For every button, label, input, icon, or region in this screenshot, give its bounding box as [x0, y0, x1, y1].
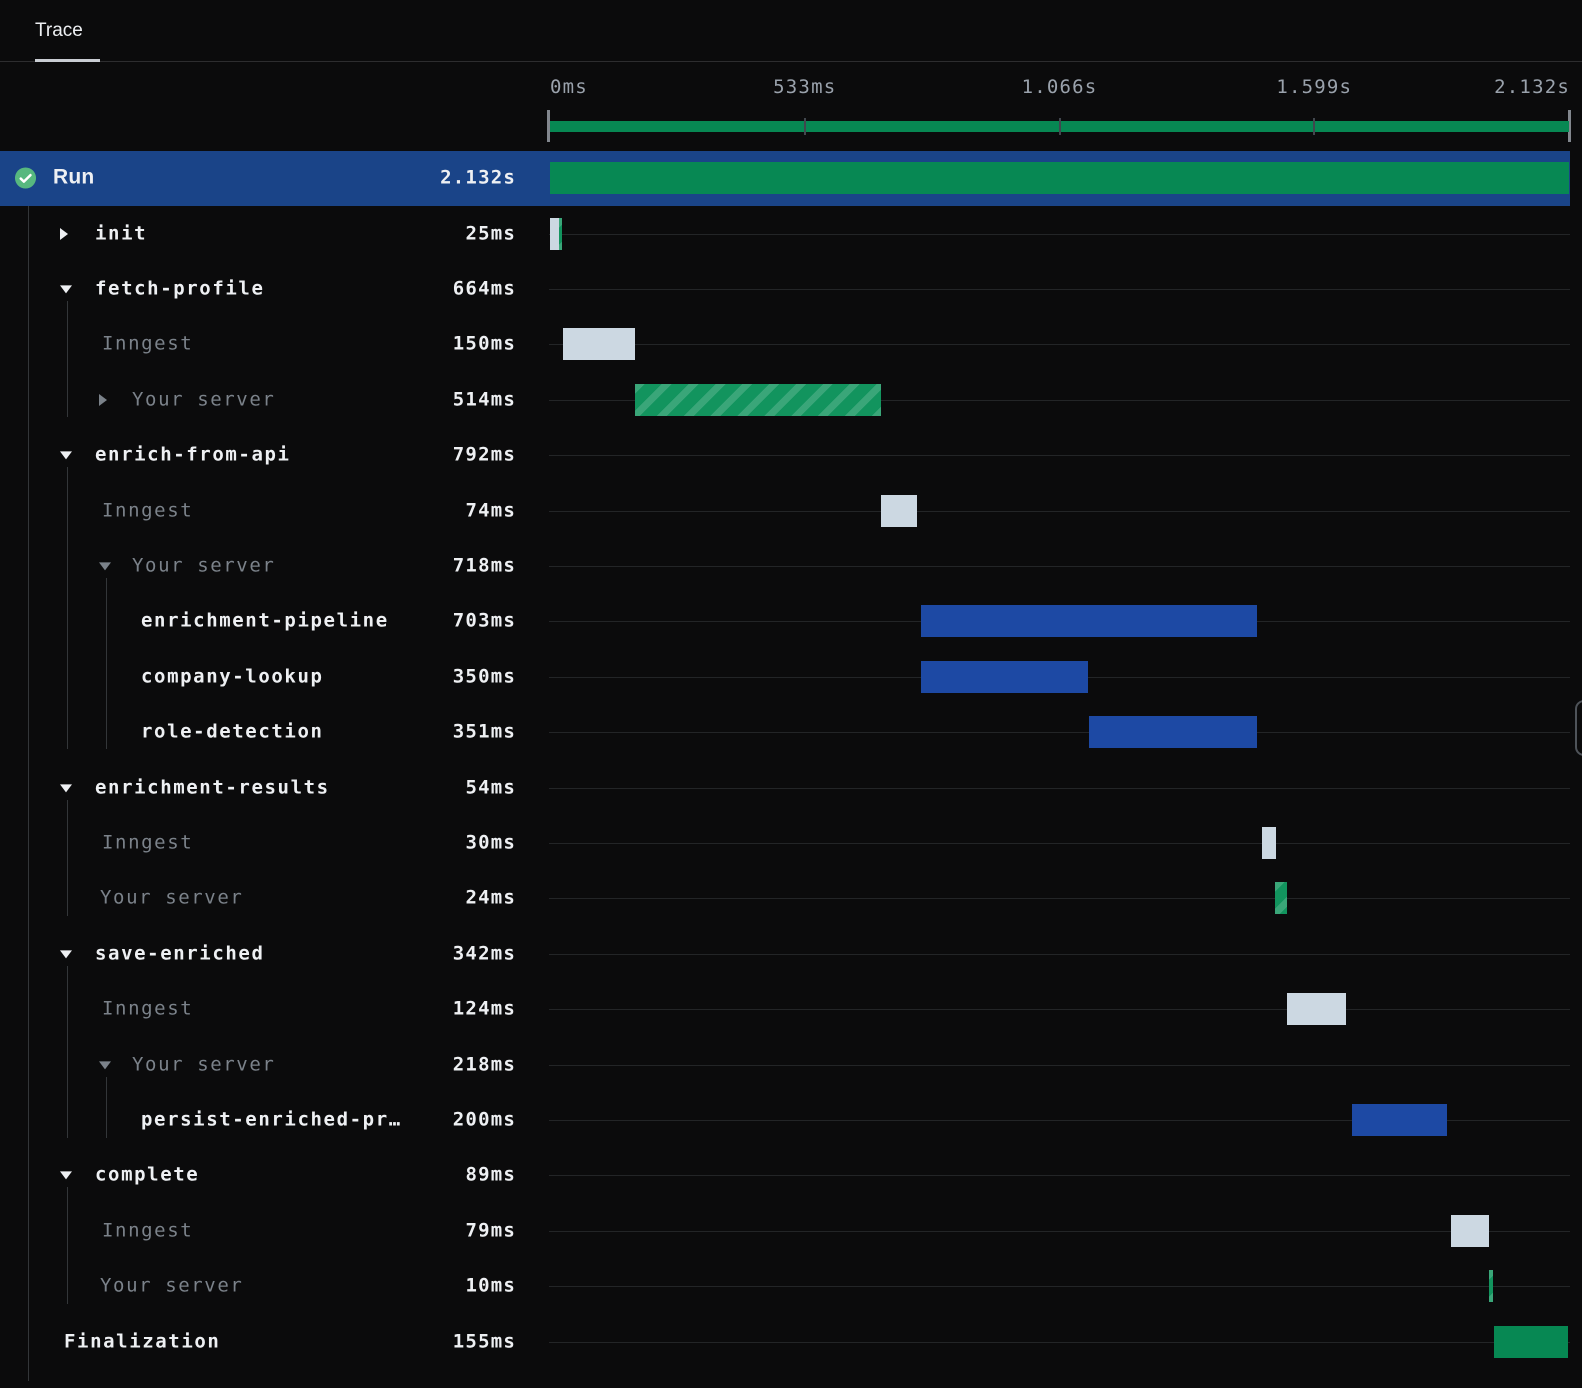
span-bar-blue[interactable] — [920, 605, 1257, 638]
trace-row-role-detection[interactable]: role-detection 351ms — [0, 705, 1582, 760]
trace-row-your-server[interactable]: Your server 718ms — [0, 538, 1582, 593]
span-bar-light[interactable] — [881, 494, 917, 527]
tree-indent-guide — [106, 1077, 107, 1138]
trace-panel: Trace 0ms 533ms 1.066s 1.599s 2.132s Run 2.13… — [0, 0, 1582, 1388]
tree-indent-guide — [67, 467, 68, 749]
row-track-line — [549, 1009, 1570, 1011]
row-track-line — [549, 1230, 1570, 1232]
tree-indent-guide — [28, 206, 29, 1381]
span-duration: 664ms — [452, 277, 516, 300]
span-duration: 703ms — [452, 609, 516, 632]
trace-row-init[interactable]: init 25ms — [0, 206, 1582, 261]
trace-row-inngest[interactable]: Inngest 30ms — [0, 815, 1582, 870]
span-duration: 155ms — [452, 1330, 516, 1353]
span-duration: 2.132s — [440, 166, 516, 189]
tree-indent-guide — [67, 966, 68, 1138]
row-track-line — [549, 455, 1570, 457]
span-duration: 124ms — [452, 997, 516, 1020]
span-bar-green[interactable] — [550, 162, 1569, 195]
span-bar-green-hatched[interactable] — [1488, 1270, 1494, 1303]
row-track-line — [549, 787, 1570, 789]
span-duration: 79ms — [465, 1219, 516, 1242]
trace-rows: Run 2.132s init 25ms fetch-profile 664ms Innge… — [0, 0, 1582, 1388]
span-duration: 718ms — [452, 554, 516, 577]
trace-row-inngest[interactable]: Inngest 79ms — [0, 1203, 1582, 1258]
span-duration: 200ms — [452, 1108, 516, 1131]
trace-row-your-server[interactable]: Your server 10ms — [0, 1259, 1582, 1314]
span-duration: 89ms — [465, 1163, 516, 1186]
span-duration: 342ms — [452, 942, 516, 965]
tree-indent-guide — [67, 800, 68, 916]
span-bar-blue[interactable] — [1351, 1103, 1448, 1136]
row-track-line — [549, 732, 1570, 734]
trace-row-your-server[interactable]: Your server 24ms — [0, 871, 1582, 926]
span-duration: 24ms — [465, 886, 516, 909]
row-track-line — [549, 953, 1570, 955]
row-track-line — [549, 510, 1570, 512]
row-track-line — [549, 233, 1570, 235]
span-duration: 351ms — [452, 720, 516, 743]
trace-row-inngest[interactable]: Inngest 124ms — [0, 982, 1582, 1037]
trace-row-your-server[interactable]: Your server 514ms — [0, 372, 1582, 427]
span-duration: 218ms — [452, 1053, 516, 1076]
trace-row-run[interactable]: Run 2.132s — [0, 150, 1582, 206]
row-track-line — [549, 898, 1570, 900]
span-duration: 25ms — [465, 222, 516, 245]
trace-row-enrichment-pipeline[interactable]: enrichment-pipeline 703ms — [0, 594, 1582, 649]
row-track-line — [549, 1175, 1570, 1177]
span-bar-green-hatched[interactable] — [1275, 882, 1287, 915]
span-bar-light[interactable] — [1450, 1214, 1489, 1247]
span-duration: 74ms — [465, 499, 516, 522]
span-duration: 150ms — [452, 332, 516, 355]
trace-row-enrichment-results[interactable]: enrichment-results 54ms — [0, 760, 1582, 815]
row-track-line — [549, 288, 1570, 290]
row-track-line — [549, 1341, 1570, 1343]
tree-indent-guide — [67, 1187, 68, 1304]
span-bar-green-hatched[interactable] — [635, 383, 881, 416]
span-bar-light[interactable] — [562, 328, 635, 361]
trace-row-enrich-from-api[interactable]: enrich-from-api 792ms — [0, 428, 1582, 483]
scrollbar-thumb[interactable] — [1575, 700, 1582, 756]
span-duration: 10ms — [465, 1274, 516, 1297]
span-bar-blue[interactable] — [1089, 716, 1257, 749]
span-duration: 514ms — [452, 388, 516, 411]
trace-row-finalization[interactable]: Finalization 155ms — [0, 1314, 1582, 1369]
trace-row-inngest[interactable]: Inngest 74ms — [0, 483, 1582, 538]
span-bar-blue[interactable] — [920, 660, 1089, 693]
span-bar-light[interactable] — [1262, 826, 1277, 859]
trace-row-inngest[interactable]: Inngest 150ms — [0, 317, 1582, 372]
row-track-line — [549, 1286, 1570, 1288]
tree-indent-guide — [106, 578, 107, 749]
span-bar-green-hatched[interactable] — [559, 217, 563, 250]
span-duration: 54ms — [465, 776, 516, 799]
row-track-line — [549, 842, 1570, 844]
trace-row-persist-enriched-pr[interactable]: persist-enriched-pr… 200ms — [0, 1092, 1582, 1147]
tree-indent-guide — [67, 301, 68, 417]
trace-row-fetch-profile[interactable]: fetch-profile 664ms — [0, 261, 1582, 316]
row-track-line — [549, 565, 1570, 567]
span-duration: 792ms — [452, 443, 516, 466]
span-duration: 350ms — [452, 665, 516, 688]
span-bar-light[interactable] — [550, 217, 560, 250]
row-track-line — [549, 1064, 1570, 1066]
trace-row-your-server[interactable]: Your server 218ms — [0, 1037, 1582, 1092]
trace-row-company-lookup[interactable]: company-lookup 350ms — [0, 649, 1582, 704]
span-bar-green[interactable] — [1493, 1325, 1569, 1358]
span-duration: 30ms — [465, 831, 516, 854]
row-track-line — [549, 344, 1570, 346]
span-bar-light[interactable] — [1286, 993, 1346, 1026]
trace-row-save-enriched[interactable]: save-enriched 342ms — [0, 926, 1582, 981]
trace-row-complete[interactable]: complete 89ms — [0, 1148, 1582, 1203]
